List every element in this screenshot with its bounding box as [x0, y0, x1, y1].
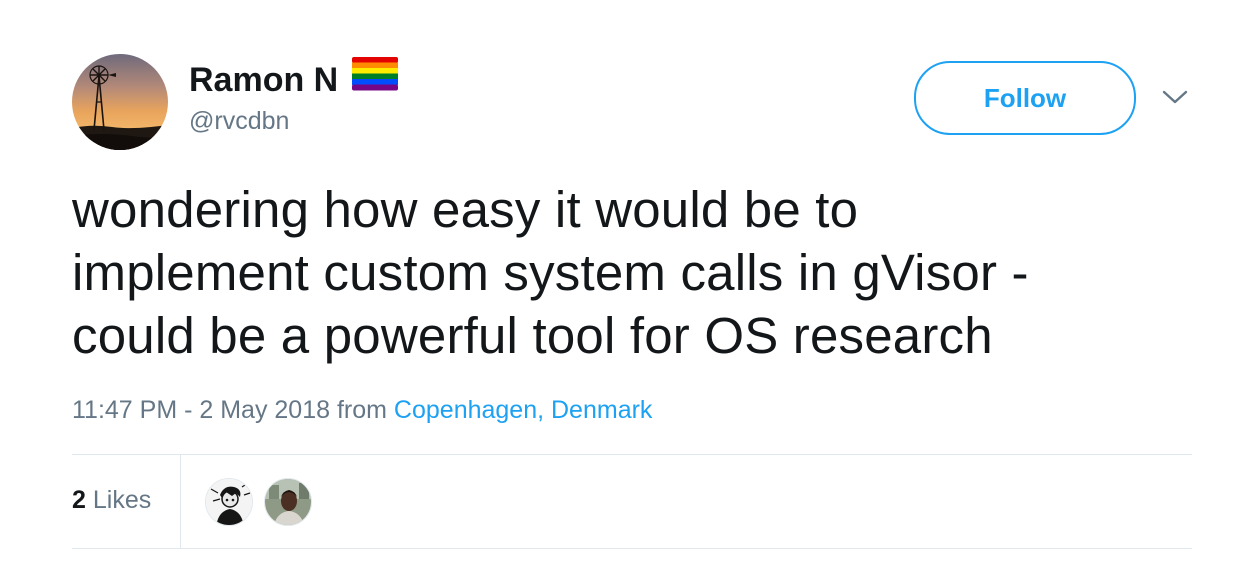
- rainbow-flag-icon: [352, 57, 399, 91]
- tweet-timestamp[interactable]: 11:47 PM - 2 May 2018: [72, 396, 330, 424]
- user-avatar[interactable]: [72, 54, 168, 150]
- stats-separator: [180, 455, 181, 548]
- likes-count: 2: [72, 486, 86, 514]
- user-handle[interactable]: @rvcdbn: [189, 106, 289, 136]
- windmill-sunset-avatar-icon: [72, 54, 168, 150]
- display-name[interactable]: Ramon N: [189, 57, 399, 100]
- likes-stat[interactable]: 2 Likes: [72, 485, 151, 515]
- divider: [72, 454, 1192, 455]
- chevron-down-icon[interactable]: [1158, 86, 1192, 108]
- tweet-text-line: could be a powerful tool for OS research: [72, 307, 993, 364]
- divider: [72, 548, 1192, 549]
- liker-avatar-1-icon: [206, 479, 252, 525]
- likes-label: Likes: [92, 486, 152, 514]
- liker-avatar[interactable]: [205, 478, 253, 526]
- from-label: from: [336, 396, 387, 424]
- tweet-metadata: 11:47 PM - 2 May 2018 from Copenhagen, D…: [72, 395, 652, 425]
- tweet-card: Ramon N @rvcdbn Follow wondering how eas…: [0, 0, 1240, 566]
- liker-avatar[interactable]: [264, 478, 312, 526]
- tweet-text-line: implement custom system calls in gVisor …: [72, 244, 1029, 301]
- location-link[interactable]: Copenhagen, Denmark: [394, 396, 653, 424]
- display-name-text: Ramon N: [189, 61, 339, 99]
- follow-button[interactable]: Follow: [914, 61, 1136, 135]
- liker-avatar-2-icon: [265, 479, 311, 525]
- tweet-text: wondering how easy it would be to implem…: [72, 178, 1182, 367]
- tweet-text-line: wondering how easy it would be to: [72, 181, 859, 238]
